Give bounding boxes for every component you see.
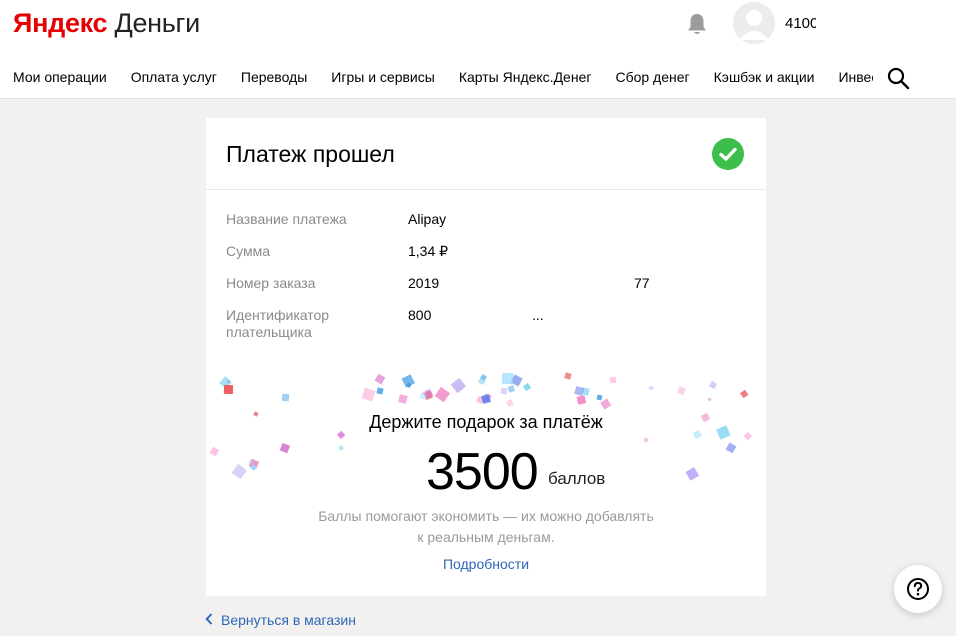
confetti-piece: [609, 376, 617, 384]
account-number[interactable]: 4100: [785, 15, 816, 32]
confetti-piece: [739, 389, 749, 399]
gift-title: Держите подарок за платёж: [369, 412, 603, 432]
confetti-piece: [563, 371, 571, 379]
divider: [206, 189, 766, 190]
confetti-piece: [596, 394, 603, 400]
confetti-piece: [361, 387, 376, 402]
gift-description-line2: к реальным деньгам.: [417, 529, 555, 545]
nav-item-investments[interactable]: Инвестиции: [838, 69, 873, 85]
payer-id-label: Идентификатор плательщика: [226, 307, 330, 340]
gift-description: Баллы помогают экономить — их можно доба…: [206, 506, 766, 548]
payer-id-value: 800: [408, 307, 432, 323]
confetti-piece: [708, 381, 718, 390]
confetti-piece: [478, 377, 487, 386]
confetti-piece: [376, 386, 384, 395]
confetti-piece: [647, 384, 654, 391]
top-header: Яндекс Деньги 4100 Мои операции Оплата ус…: [0, 0, 956, 99]
confetti-piece: [281, 394, 289, 402]
points-unit: баллов: [548, 469, 606, 488]
avatar[interactable]: [733, 2, 775, 44]
confetti-piece: [209, 446, 219, 456]
logo-product: Деньги: [114, 8, 200, 38]
nav-item-my-operations[interactable]: Мои операции: [13, 69, 107, 85]
nav-item-fundraising[interactable]: Сбор денег: [615, 69, 689, 85]
confetti-piece: [374, 373, 386, 385]
payer-id-ellipsis: ...: [532, 307, 544, 323]
confetti-piece: [522, 383, 531, 392]
confetti-piece: [643, 437, 648, 442]
confetti-piece: [600, 398, 612, 409]
nav-item-cards[interactable]: Карты Яндекс.Денег: [459, 69, 592, 85]
back-to-shop-link[interactable]: Вернуться в магазин: [205, 612, 356, 628]
confetti-piece: [401, 374, 416, 389]
gift-description-line1: Баллы помогают экономить — их можно доба…: [318, 508, 654, 524]
page-title: Платеж прошел: [226, 141, 395, 167]
confetti-piece: [231, 463, 247, 479]
search-icon[interactable]: [886, 66, 910, 90]
payment-name-label: Название платежа: [226, 211, 347, 227]
confetti-piece: [707, 397, 712, 403]
details-link[interactable]: Подробности: [206, 556, 766, 572]
confetti-piece: [480, 394, 491, 404]
confetti-piece: [501, 372, 513, 384]
payment-result-card: Платеж прошел Название платежа Alipay Су…: [206, 118, 766, 596]
confetti-piece: [223, 384, 233, 394]
logo-brand: Яндекс: [13, 8, 108, 38]
amount-label: Сумма: [226, 243, 270, 259]
main-nav: Мои операции Оплата услуг Переводы Игры и с…: [13, 69, 873, 87]
bell-icon[interactable]: [686, 12, 708, 36]
gift-block: Держите подарок за платёж 3500 баллов Ба…: [206, 371, 766, 596]
chevron-left-icon: [205, 612, 215, 628]
confetti-piece: [337, 445, 344, 452]
question-icon: [907, 578, 929, 600]
payment-name-value: Alipay: [408, 211, 447, 227]
confetti-piece: [500, 387, 508, 395]
nav-item-games-services[interactable]: Игры и сервисы: [331, 69, 435, 85]
confetti-piece: [507, 384, 516, 393]
order-number-value: 2019: [408, 275, 440, 291]
order-number-label: Номер заказа: [226, 275, 316, 291]
yandex-money-logo[interactable]: Яндекс Деньги: [13, 8, 200, 39]
back-to-shop-label: Вернуться в магазин: [221, 612, 356, 628]
confetti-piece: [677, 385, 687, 395]
nav-item-transfers[interactable]: Переводы: [241, 69, 307, 85]
confetti-piece: [725, 442, 737, 454]
confetti-piece: [505, 398, 514, 407]
confetti-piece: [397, 394, 408, 404]
amount-value: 1,34 ₽: [408, 243, 449, 259]
confetti-piece: [684, 466, 699, 482]
order-number-suffix: 77: [634, 275, 650, 291]
confetti-piece: [450, 377, 466, 393]
points-amount: 3500: [426, 443, 539, 501]
help-button[interactable]: [894, 565, 942, 613]
nav-item-cashback[interactable]: Кэшбэк и акции: [714, 69, 815, 85]
nav-item-pay-services[interactable]: Оплата услуг: [131, 69, 217, 85]
confetti-piece: [279, 443, 290, 454]
confetti-piece: [434, 386, 450, 402]
check-circle-icon: [712, 138, 744, 170]
